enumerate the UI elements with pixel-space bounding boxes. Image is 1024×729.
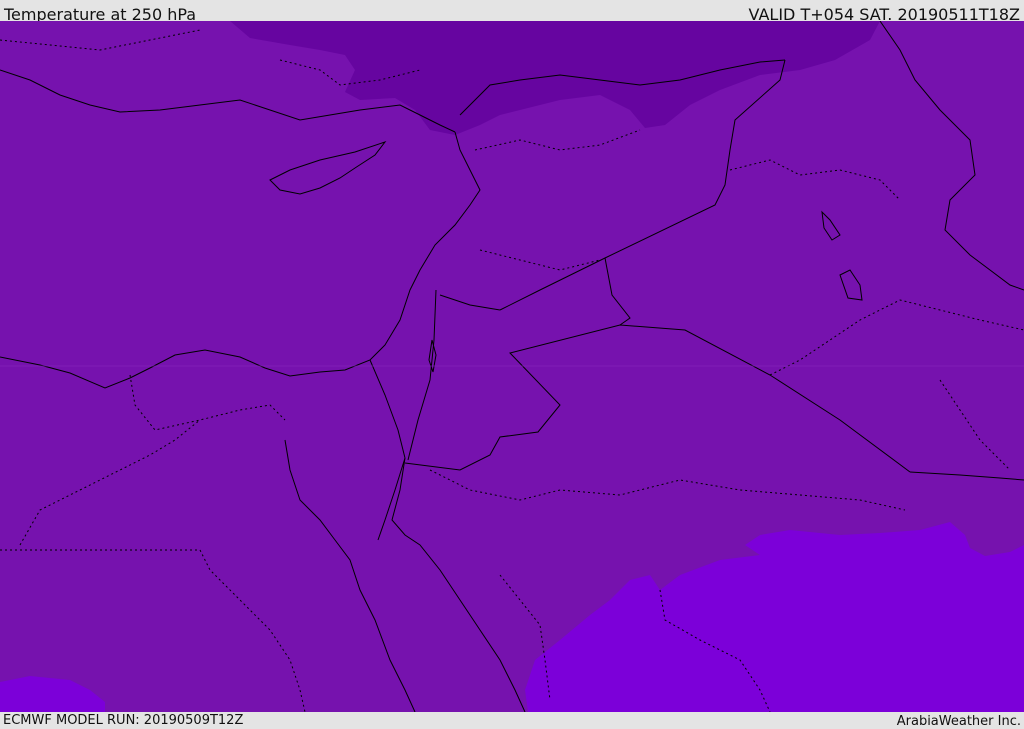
map-area	[0, 21, 1024, 712]
credit-text: ArabiaWeather Inc.	[896, 714, 1021, 729]
map-figure: Temperature at 250 hPa VALID T+054 SAT. …	[0, 0, 1024, 729]
map-canvas	[0, 21, 1024, 712]
header-bar: Temperature at 250 hPa VALID T+054 SAT. …	[0, 0, 1024, 24]
footer-bar: ECMWF MODEL RUN: 20190509T12Z ArabiaWeat…	[0, 712, 1024, 729]
model-run: ECMWF MODEL RUN: 20190509T12Z	[3, 713, 244, 728]
